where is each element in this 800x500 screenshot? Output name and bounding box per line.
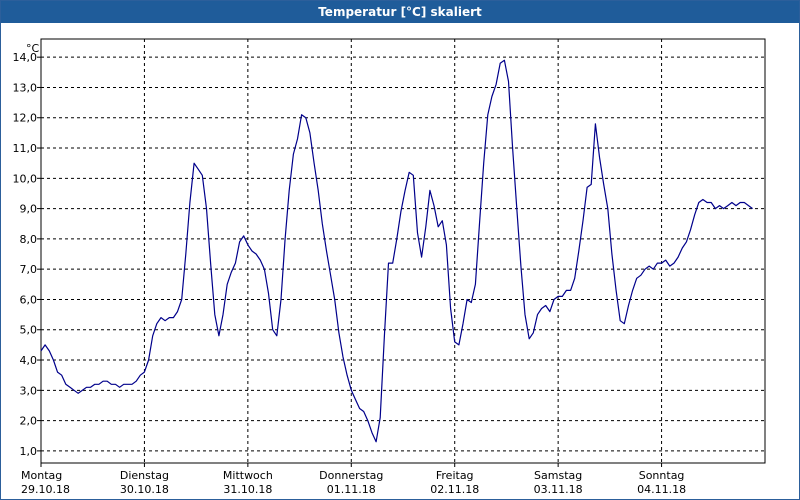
y-axis-unit-label: °C (26, 42, 40, 55)
window-title: Temperatur [°C] skaliert (1, 1, 799, 23)
y-axis-ticks: 1,0 2,0 3,0 4,0 5,0 6,0 7,0 8,0 9,0 10,0 11,0 12,0 1… (13, 51, 41, 458)
y-tick-label: 1,0 (20, 445, 38, 458)
chart-window: Temperatur [°C] skaliert 1,0 2,0 3,0 4,0 5,0… (0, 0, 800, 500)
x-tick-date-label: 01.11.18 (327, 483, 376, 496)
y-tick-label: 5,0 (20, 324, 38, 337)
temperature-chart: 1,0 2,0 3,0 4,0 5,0 6,0 7,0 8,0 9,0 10,0 11,0 12,0 1… (13, 38, 766, 496)
x-tick-day-label: Mittwoch (223, 469, 273, 482)
x-tick-date-label: 02.11.18 (430, 483, 479, 496)
x-tick-day-label: Donnerstag (319, 469, 383, 482)
y-tick-label: 6,0 (20, 293, 38, 306)
x-axis-ticks: Montag29.10.18 Dienstag30.10.18 Mittwoch31… (21, 463, 686, 496)
y-tick-label: 11,0 (13, 142, 38, 155)
x-tick-day-label: Dienstag (120, 469, 169, 482)
y-tick-label: 7,0 (20, 263, 38, 276)
y-tick-label: 9,0 (20, 203, 38, 216)
plot-area (40, 38, 766, 464)
x-tick-day-label: Montag (21, 469, 62, 482)
x-tick-date-label: 29.10.18 (21, 483, 70, 496)
y-tick-label: 13,0 (13, 81, 38, 94)
y-tick-label: 8,0 (20, 233, 38, 246)
y-tick-label: 4,0 (20, 354, 38, 367)
y-tick-label: 10,0 (13, 172, 38, 185)
x-tick-date-label: 04.11.18 (637, 483, 686, 496)
x-tick-date-label: 30.10.18 (120, 483, 169, 496)
y-tick-label: 3,0 (20, 384, 38, 397)
y-tick-label: 12,0 (13, 112, 38, 125)
x-tick-day-label: Freitag (436, 469, 474, 482)
y-tick-label: 2,0 (20, 415, 38, 428)
x-tick-day-label: Sonntag (639, 469, 685, 482)
x-tick-date-label: 03.11.18 (534, 483, 583, 496)
x-tick-day-label: Samstag (534, 469, 582, 482)
x-tick-date-label: 31.10.18 (223, 483, 272, 496)
